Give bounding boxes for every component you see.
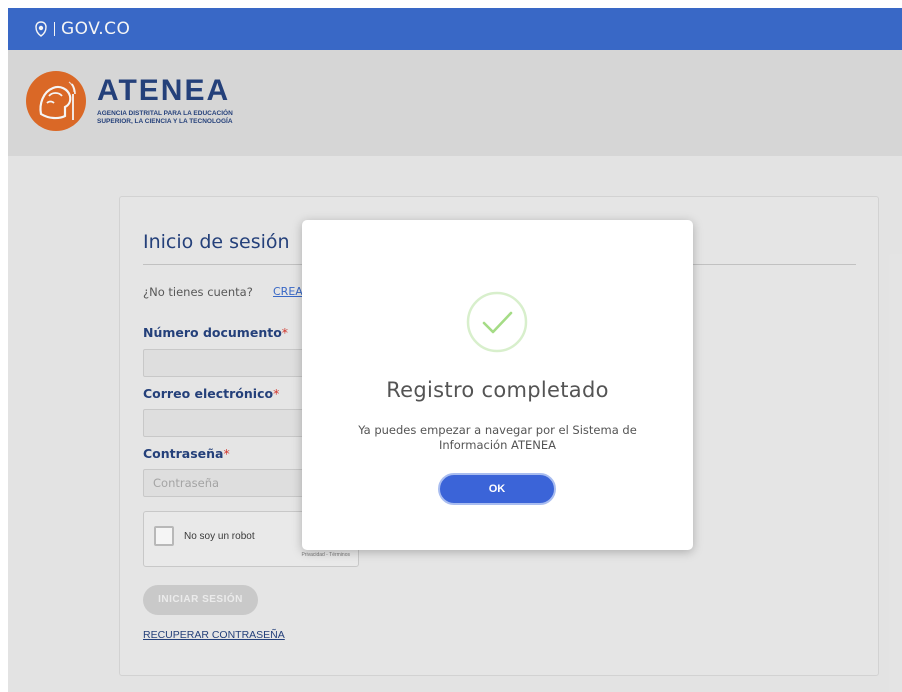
success-modal: Registro completado Ya puedes empezar a … (302, 220, 693, 550)
ok-button[interactable]: OK (438, 473, 556, 505)
modal-message: Ya puedes empezar a navegar por el Siste… (342, 423, 653, 453)
success-check-icon (466, 291, 528, 353)
modal-message-line2: Información ATENEA (438, 438, 557, 452)
modal-title: Registro completado (386, 378, 609, 402)
modal-message-line1: Ya puedes empezar a navegar por el Siste… (358, 423, 637, 437)
